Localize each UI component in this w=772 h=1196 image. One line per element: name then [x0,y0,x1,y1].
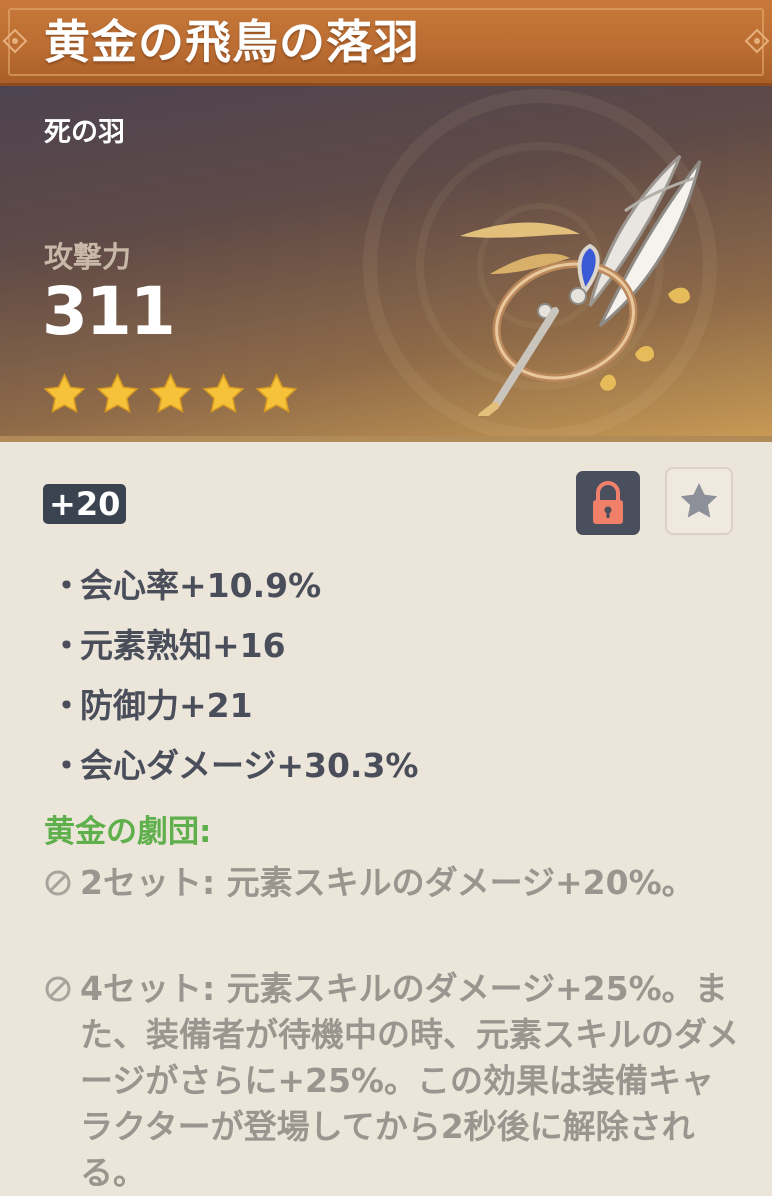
substat-def: ・防御力+21 [50,686,253,725]
artifact-name: 黄金の飛鳥の落羽 [44,15,420,69]
substat-crit-rate: ・会心率+10.9% [50,566,322,605]
star-icon [149,373,192,413]
lock-button[interactable] [576,471,640,535]
favorite-button[interactable] [665,467,733,535]
star-icon [96,373,139,413]
substat-list: ・会心率+10.9% ・元素熟知+16 ・防御力+21 ・会心ダメージ+30.3… [50,560,419,800]
hero-divider [0,436,772,442]
star-icon [202,373,245,413]
lock-icon [593,481,623,524]
star-icon [43,373,86,413]
title-bar: 黄金の飛鳥の落羽 [0,0,772,86]
substat-crit-dmg: ・会心ダメージ+30.3% [50,746,419,785]
set-name: 黄金の劇団: [44,814,212,850]
main-stat-value: 311 [42,273,176,350]
ban-icon [45,870,71,896]
ban-icon [45,976,71,1002]
artifact-image [460,154,702,416]
star-icon [680,483,718,518]
artifact-hero: 死の羽 攻撃力 311 [0,86,772,438]
artifact-slot: 死の羽 [44,117,125,148]
substat-elemental-mastery: ・元素熟知+16 [50,626,286,665]
star-icon [255,373,298,413]
left-ornament-icon [2,28,28,54]
main-stat-label: 攻撃力 [44,240,132,274]
right-ornament-icon [744,28,770,54]
set-bonus-4: 4セット: 元素スキルのダメージ+25%。また、装備者が待機中の時、元素スキルの… [44,966,744,1196]
set-bonus-2: 2セット: 元素スキルのダメージ+20%。 [44,860,744,906]
level-badge: +20 [43,484,127,524]
rarity-stars [42,372,299,417]
